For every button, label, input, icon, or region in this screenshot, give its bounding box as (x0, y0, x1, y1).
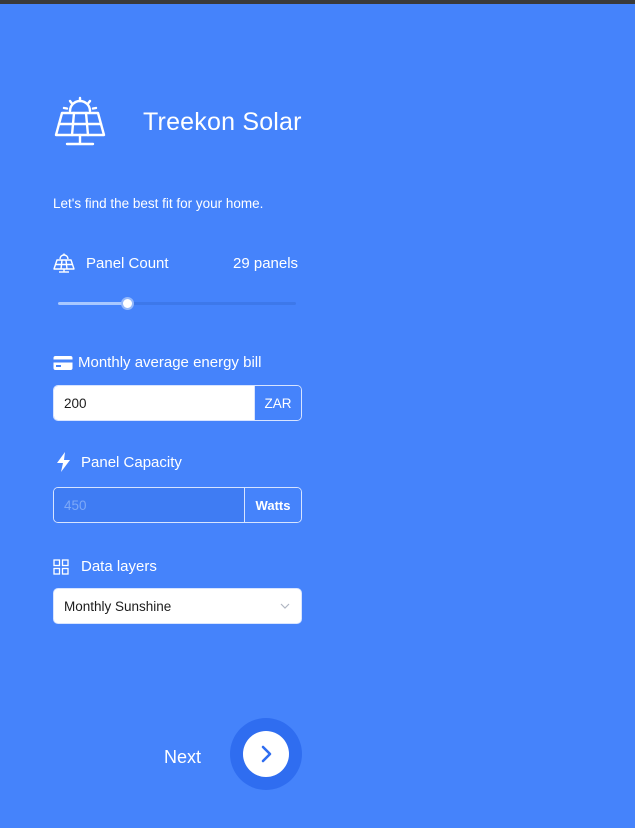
next-label[interactable]: Next (164, 747, 201, 768)
energy-bill-label: Monthly average energy bill (78, 354, 262, 371)
data-layers-label: Data layers (81, 558, 157, 575)
panel-capacity-label-row: Panel Capacity (53, 451, 182, 473)
data-layers-label-row: Data layers (53, 558, 157, 575)
panel-capacity-label: Panel Capacity (81, 453, 182, 471)
energy-bill-input[interactable]: 200 (54, 386, 254, 420)
slider-fill (58, 302, 127, 305)
tagline: Let's find the best fit for your home. (53, 196, 264, 211)
slider-thumb[interactable] (121, 297, 134, 310)
chevron-down-icon (280, 603, 290, 609)
energy-bill-label-row: Monthly average energy bill (53, 354, 261, 371)
watts-unit: Watts (244, 488, 301, 522)
panel-capacity-input[interactable]: 450 (54, 488, 244, 522)
window-top-border (0, 0, 635, 4)
energy-bill-input-group: 200 ZAR (53, 385, 302, 421)
credit-card-icon (53, 355, 73, 371)
next-button-inner[interactable] (243, 731, 289, 777)
data-layers-select[interactable]: Monthly Sunshine (53, 588, 302, 624)
solar-panel-icon (53, 253, 75, 273)
chevron-right-icon (261, 745, 272, 763)
solar-panel-icon (54, 96, 106, 146)
next-button[interactable] (230, 718, 302, 790)
lightning-icon (53, 451, 75, 473)
panel-count-label-row: Panel Count (53, 253, 169, 273)
currency-unit: ZAR (254, 386, 301, 420)
panel-capacity-input-group: 450 Watts (53, 487, 302, 523)
panel-count-label: Panel Count (86, 254, 169, 272)
data-layers-selected: Monthly Sunshine (64, 598, 172, 614)
panel-count-value: 29 panels (233, 255, 299, 272)
grid-icon (53, 558, 69, 575)
app-title: Treekon Solar (143, 108, 302, 136)
panel-count-slider[interactable] (58, 297, 296, 311)
